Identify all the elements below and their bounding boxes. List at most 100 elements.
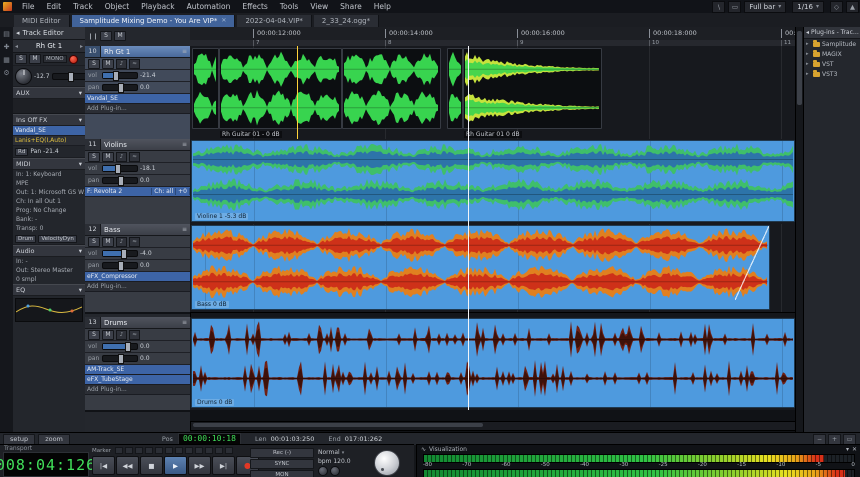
fx-section-header[interactable]: Ins Off FX ▾ — [13, 114, 85, 126]
speaker-icon[interactable]: ♪ — [116, 58, 127, 69]
magnet-icon[interactable]: ◇ — [830, 0, 843, 13]
play-mode-dropdown[interactable]: Normal — [318, 449, 340, 456]
go-to-end-button[interactable]: ▶| — [212, 456, 235, 475]
plugin-tree-item[interactable]: ▸ Samplitude — [804, 39, 860, 49]
audio-clip[interactable]: Violine 1 -5.3 dB — [191, 140, 795, 222]
aux-section-header[interactable]: AUX ▾ — [13, 87, 85, 99]
audio-in-row[interactable]: In: - — [13, 257, 85, 266]
speaker-icon[interactable]: ♪ — [116, 236, 127, 247]
record-arm-button[interactable] — [68, 54, 78, 64]
marker-slot[interactable] — [225, 447, 234, 454]
plugin-slot[interactable]: eFX_Compressor — [85, 272, 190, 282]
automation-icon[interactable]: ≈ — [129, 151, 140, 162]
midi-mpe-row[interactable]: MPE — [13, 179, 85, 188]
velocity-dynamics-button[interactable]: VelocityDyn — [38, 234, 77, 243]
track-header-12[interactable]: 12 Bass ≡ S M ♪ ≈ vol -4.0 pan 0.0 eFX_C… — [85, 224, 190, 314]
menu-share[interactable]: Share — [335, 2, 367, 11]
midi-bank-row[interactable]: Bank: - — [13, 215, 85, 224]
plugin-tree-item[interactable]: ▸ MAGIX — [804, 49, 860, 59]
menu-icon[interactable]: ≡ — [179, 226, 190, 233]
audio-section-header[interactable]: Audio ▾ — [13, 245, 85, 257]
add-plugin-slot[interactable]: Add Plug-in... — [85, 282, 190, 292]
volume-knob[interactable] — [15, 67, 32, 85]
edit-cursor[interactable] — [297, 46, 298, 139]
midi-channel-row[interactable]: Ch: In all Out 1 — [13, 197, 85, 206]
marker-slot[interactable] — [135, 447, 144, 454]
prev-track-icon[interactable]: ◂ — [15, 43, 18, 50]
track-header-11[interactable]: 11 Violins ≡ S M ♪ ≈ vol -18.1 pan 0.0 F… — [85, 139, 190, 226]
zoom-range-icon[interactable]: ▭ — [843, 433, 856, 445]
snap-dropdown[interactable]: 1/16 ▾ — [792, 0, 824, 13]
plugin-tree-item[interactable]: ▸ VST3 — [804, 69, 860, 79]
tab-midi-editor[interactable]: MIDI Editor — [14, 15, 70, 27]
menu-tools[interactable]: Tools — [275, 2, 303, 11]
master-volume-knob[interactable] — [374, 450, 400, 476]
marker-slot[interactable] — [215, 447, 224, 454]
tab-project-3[interactable]: 2_33_24.ogg* — [313, 15, 380, 27]
fast-forward-button[interactable]: ▶▶ — [188, 456, 211, 475]
audio-clip[interactable]: Bass 0 dB — [191, 225, 770, 310]
play-button[interactable]: ▶ — [164, 456, 187, 475]
zoom-in-icon[interactable]: + — [828, 433, 841, 445]
global-mute-button[interactable]: M — [114, 31, 127, 41]
add-plugin-slot[interactable]: Add Plug-in... — [85, 104, 190, 114]
horizontal-scrollbar[interactable] — [190, 421, 797, 431]
marker-slot[interactable] — [185, 447, 194, 454]
menu-edit[interactable]: Edit — [42, 2, 67, 11]
close-icon[interactable]: ✕ — [852, 446, 857, 453]
menu-icon[interactable]: ≡ — [179, 141, 190, 148]
menu-automation[interactable]: Automation — [182, 2, 236, 11]
volume-slider[interactable] — [102, 342, 138, 352]
zoom-out-icon[interactable]: − — [813, 433, 826, 445]
fx-slot-eq[interactable]: Lanis+EQ(I,Auto) — [13, 136, 85, 146]
plugin-slot[interactable]: eFX_TubeStage — [85, 375, 190, 385]
automation-read-button[interactable]: Rd — [15, 147, 29, 156]
metronome-icon[interactable]: ▲ — [846, 0, 859, 13]
marker-slot[interactable] — [175, 447, 184, 454]
chevron-down-icon[interactable]: ▾ — [846, 446, 849, 453]
grid-dropdown[interactable]: Full bar ▾ — [744, 0, 787, 13]
tab-project-2[interactable]: 2022-04-04.VIP* — [237, 15, 312, 27]
add-track-icon[interactable]: ✚ — [4, 43, 10, 51]
solo-button[interactable]: S — [15, 54, 27, 64]
volume-slider[interactable] — [102, 249, 138, 259]
track-header-13[interactable]: 13 Drums ≡ S M ♪ ≈ vol 0.0 pan 0.0 AM-Tr… — [85, 317, 190, 412]
menu-playback[interactable]: Playback — [136, 2, 179, 11]
mixer-icon[interactable]: ▦ — [3, 56, 10, 64]
timeline-ruler[interactable]: 00:00:12:000 00:00:14:000 00:00:16:000 0… — [190, 27, 795, 41]
mute-button[interactable]: M — [102, 329, 114, 340]
automation-icon[interactable]: ≈ — [129, 329, 140, 340]
marker-slot[interactable] — [145, 447, 154, 454]
end-value[interactable]: 017:01:262 — [345, 435, 382, 443]
length-value[interactable]: 00:01:03:250 — [271, 435, 315, 443]
sync-button[interactable]: SYNC — [250, 459, 314, 469]
menu-help[interactable]: Help — [369, 2, 396, 11]
menu-icon[interactable]: ≡ — [179, 48, 190, 55]
track-header-10[interactable]: 10 Rh Gt 1 ≡ S M ♪ ≈ vol -21.4 pan 0.0 V… — [85, 46, 190, 141]
menu-view[interactable]: View — [305, 2, 333, 11]
menu-effects[interactable]: Effects — [237, 2, 273, 11]
speaker-icon[interactable]: ♪ — [116, 329, 127, 340]
volume-slider[interactable] — [102, 71, 138, 81]
zoom-button[interactable]: zoom — [38, 433, 70, 445]
audio-clip[interactable] — [219, 48, 342, 129]
solo-button[interactable]: S — [88, 58, 100, 69]
track-editor-icon[interactable]: ▤ — [3, 30, 10, 38]
marker-slot[interactable] — [115, 447, 124, 454]
menu-track[interactable]: Track — [68, 2, 98, 11]
midi-out-row[interactable]: Out: 1: Microsoft GS W… — [13, 188, 85, 197]
audio-delay-row[interactable]: 0 smpl — [13, 275, 85, 284]
eq-section-header[interactable]: EQ ▾ — [13, 284, 85, 296]
global-solo-button[interactable]: S — [100, 31, 113, 41]
midi-program-row[interactable]: Prog: No Change — [13, 206, 85, 215]
marker-slot[interactable] — [165, 447, 174, 454]
mute-button[interactable]: M — [29, 54, 41, 64]
midi-section-header[interactable]: MIDI ▾ — [13, 158, 85, 170]
fade-out-handle[interactable] — [735, 226, 769, 300]
plugin-panel-header[interactable]: ◂ Plug-ins - Trac… — [804, 27, 860, 39]
audio-clip[interactable] — [342, 48, 441, 129]
next-track-icon[interactable]: ▸ — [80, 43, 83, 50]
range-mode-icon[interactable]: ▭ — [728, 0, 742, 13]
menu-object[interactable]: Object — [100, 2, 134, 11]
solo-button[interactable]: S — [88, 236, 100, 247]
